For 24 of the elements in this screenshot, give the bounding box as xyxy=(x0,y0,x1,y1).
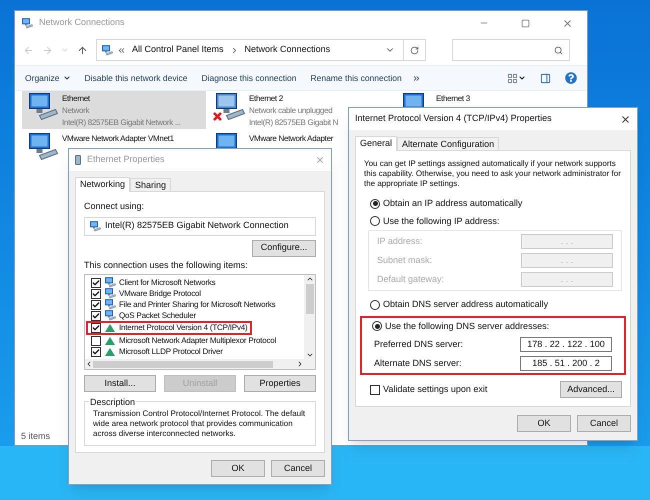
status-bar-text: 5 items xyxy=(21,430,50,444)
connection-adapter: Intel(R) 82575EB Gigabit Network ... xyxy=(62,117,181,129)
field-label: IP address: xyxy=(377,234,422,248)
field-label: Connect using: xyxy=(84,200,146,213)
connection-status: Network xyxy=(62,105,90,117)
description-text: Transmission Control Protocol/Internet Protocol. The default wide area network protocol that provides communication across diverse interconnected networks. xyxy=(93,409,306,439)
field-label: Subnet mask: xyxy=(377,254,432,267)
field-label: This connection uses the following items: xyxy=(84,258,249,272)
field-label: Default gateway: xyxy=(377,272,444,286)
connection-name: Ethernet xyxy=(62,93,91,105)
field-label: Alternate DNS server: xyxy=(374,356,462,370)
connection-adapter: Intel(R) 82575EB Gigabit N xyxy=(249,117,338,129)
connection-name: VMware Network Adapter xyxy=(249,133,334,145)
connection-name: Ethernet 3 xyxy=(436,93,470,105)
window-title: Network Connections xyxy=(39,16,126,30)
group-label: Description xyxy=(89,396,136,410)
connection-status: Network cable unplugged xyxy=(249,105,334,117)
intro-text: You can get IP settings assigned automatically if your network supports this capability. Otherwise, you need to ask your network administrator for the appropriate IP settings. xyxy=(364,159,622,189)
connection-name: Ethernet 2 xyxy=(249,93,284,105)
dialog-title: Internet Protocol Version 4 (TCP/IPv4) Properties xyxy=(355,112,553,126)
adapter-field: Intel(R) 82575EB Gigabit Network Connection xyxy=(84,216,316,236)
field-label: Preferred DNS server: xyxy=(374,338,464,351)
dialog-title: Ethernet Properties xyxy=(87,153,166,166)
connection-name: VMware Network Adapter VMnet1 xyxy=(62,133,174,145)
